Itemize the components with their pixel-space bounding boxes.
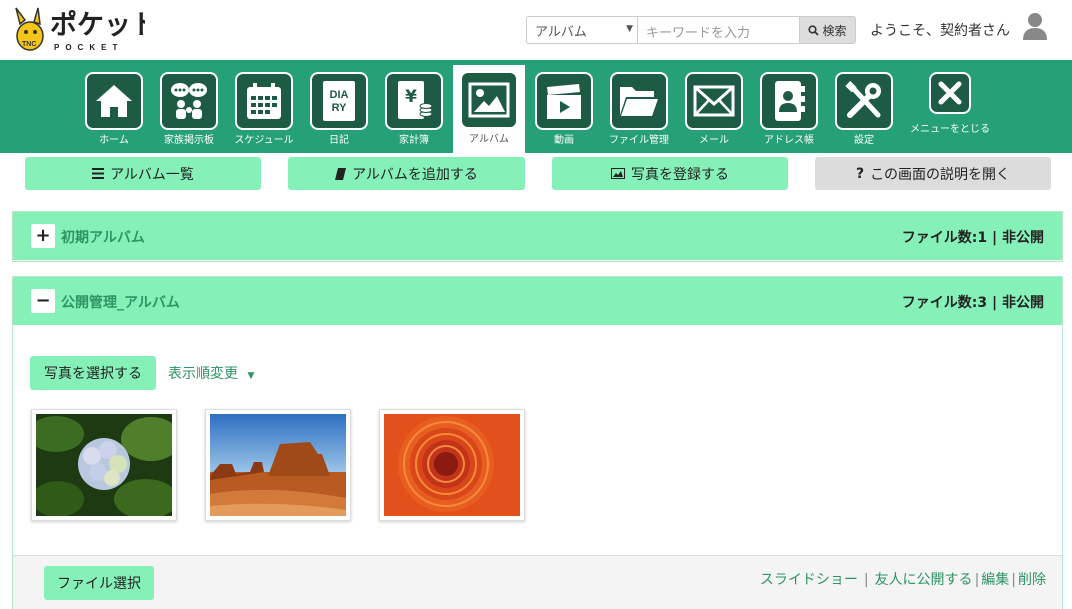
search-icon xyxy=(808,24,820,36)
album-title[interactable]: 初期アルバム xyxy=(61,227,145,247)
nav-household-account[interactable]: ¥ 家計簿 xyxy=(378,66,450,153)
nav-family-board[interactable]: 家族掲示板 xyxy=(153,66,225,153)
nav-address-book[interactable]: アドレス帳 xyxy=(753,66,825,153)
home-icon xyxy=(96,85,132,117)
album-panel: − 公開管理_アルバム ファイル数:3 | 非公開 写真を選択する 表示順変更 … xyxy=(12,276,1063,609)
select-photos-button[interactable]: 写真を選択する xyxy=(30,356,156,390)
album-header[interactable]: + 初期アルバム ファイル数:1 | 非公開 xyxy=(13,212,1062,260)
nav-schedule[interactable]: スケジュール xyxy=(228,66,300,153)
register-photo-button[interactable]: 写真を登録する xyxy=(552,157,788,190)
pocket-logo[interactable]: TNC ポケット POCKET xyxy=(10,4,158,56)
photo-thumbnail-orange-flower[interactable] xyxy=(379,409,525,521)
album-title[interactable]: 公開管理_アルバム xyxy=(61,292,180,312)
expand-icon[interactable]: + xyxy=(31,224,55,248)
nav-file-management[interactable]: ファイル管理 xyxy=(603,66,675,153)
video-icon xyxy=(547,84,581,119)
nav-mail[interactable]: メール xyxy=(678,66,750,153)
album-meta: ファイル数:1 | 非公開 xyxy=(901,230,1044,246)
slideshow-link[interactable]: スライドショー xyxy=(760,572,858,588)
search-button[interactable]: 検索 xyxy=(800,16,856,44)
header: TNC ポケット POCKET アルバム ▼ キーワードを入力 検索 ようこそ、… xyxy=(0,0,1072,60)
picture-icon xyxy=(611,168,625,179)
album-meta: ファイル数:3 | 非公開 xyxy=(901,295,1044,311)
file-select-button[interactable]: ファイル選択 xyxy=(44,566,154,600)
nav-home[interactable]: ホーム xyxy=(78,66,150,153)
edit-link[interactable]: 編集 xyxy=(981,572,1009,588)
help-button[interactable]: ? この画面の説明を開く xyxy=(815,157,1051,190)
svg-text:DIA: DIA xyxy=(330,89,349,101)
svg-text:POCKET: POCKET xyxy=(54,43,123,52)
album-footer: ファイル選択 スライドショー | 友人に公開する | 編集 | 削除 xyxy=(13,555,1062,609)
main-menu: ホーム 家族掲示板 スケジュール DIA RY 日記 ¥ 家計簿 アルバム 動画 … xyxy=(0,60,1072,153)
address-book-icon xyxy=(775,81,805,121)
svg-text:TNC: TNC xyxy=(22,41,36,48)
photo-thumbnail-hydrangea[interactable] xyxy=(31,409,177,521)
diary-icon: DIARY xyxy=(323,81,355,121)
svg-text:¥: ¥ xyxy=(405,87,417,107)
book-icon xyxy=(335,167,347,180)
nav-diary[interactable]: DIA RY 日記 xyxy=(303,66,375,153)
album-list-button[interactable]: アルバム一覧 xyxy=(25,157,261,190)
svg-text:ポケット: ポケット xyxy=(50,10,145,41)
search-input[interactable]: キーワードを入力 xyxy=(638,16,800,44)
album-panel: + 初期アルバム ファイル数:1 | 非公開 xyxy=(12,211,1063,262)
search-bar: アルバム ▼ キーワードを入力 検索 xyxy=(526,16,856,44)
nav-video[interactable]: 動画 xyxy=(528,66,600,153)
settings-icon xyxy=(845,81,881,118)
nav-settings[interactable]: 設定 xyxy=(828,66,900,153)
photo-thumbnail-desert-mesa[interactable] xyxy=(205,409,351,521)
search-category-select[interactable]: アルバム ▼ xyxy=(526,16,638,44)
share-with-friends-link[interactable]: 友人に公開する xyxy=(875,572,973,588)
list-icon xyxy=(92,168,105,179)
add-album-button[interactable]: アルバムを追加する xyxy=(288,157,525,190)
svg-text:RY: RY xyxy=(332,102,348,114)
album-body: 写真を選択する 表示順変更 ▼ xyxy=(13,325,1062,555)
nav-album[interactable]: アルバム xyxy=(453,65,525,153)
close-icon xyxy=(938,81,962,105)
calendar-icon xyxy=(247,83,281,119)
album-icon xyxy=(468,82,510,118)
family-board-icon xyxy=(171,83,207,119)
household-account-icon: ¥ xyxy=(398,81,433,119)
folder-icon xyxy=(620,87,658,116)
caret-down-icon: ▼ xyxy=(247,371,255,381)
nav-close-menu[interactable]: メニューをとじる xyxy=(900,66,1000,153)
mail-icon xyxy=(693,85,735,117)
album-actions: スライドショー | 友人に公開する | 編集 | 削除 xyxy=(759,572,1046,588)
delete-link[interactable]: 削除 xyxy=(1018,572,1046,588)
user-icon[interactable] xyxy=(1022,12,1048,40)
caret-down-icon: ▼ xyxy=(626,24,633,34)
album-header[interactable]: − 公開管理_アルバム ファイル数:3 | 非公開 xyxy=(13,277,1062,325)
welcome-text: ようこそ、契約者さん xyxy=(870,23,1010,39)
sort-order-dropdown[interactable]: 表示順変更 ▼ xyxy=(168,363,254,383)
collapse-icon[interactable]: − xyxy=(31,289,55,313)
question-icon: ? xyxy=(855,165,865,182)
